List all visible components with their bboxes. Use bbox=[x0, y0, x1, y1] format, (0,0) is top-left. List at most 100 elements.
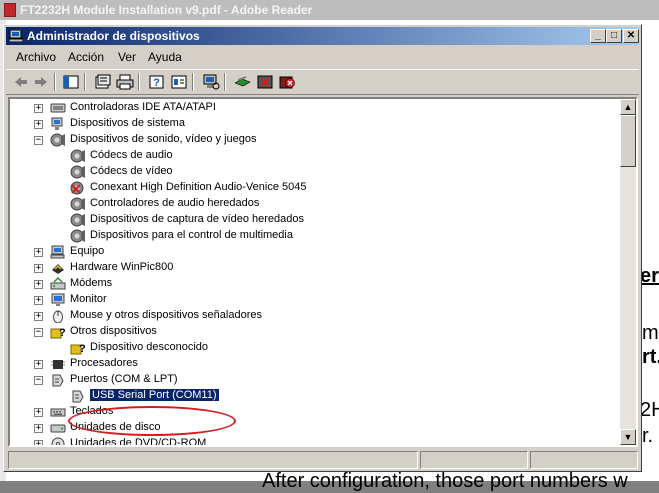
expand-button[interactable]: + bbox=[34, 104, 43, 113]
expand-button[interactable]: + bbox=[34, 408, 43, 417]
window-titlebar[interactable]: Administrador de dispositivos _ □ ✕ bbox=[6, 27, 639, 45]
svg-text:?: ? bbox=[153, 77, 160, 89]
tree-item[interactable]: Dispositivos de captura de vídeo heredad… bbox=[10, 212, 620, 228]
background-text-fragment: r. bbox=[642, 425, 654, 447]
tree-item-label: Puertos (COM & LPT) bbox=[70, 373, 178, 385]
back-arrow-icon[interactable] bbox=[12, 74, 30, 90]
scroll-up-button[interactable]: ▲ bbox=[620, 99, 636, 115]
sound-icon bbox=[70, 165, 85, 179]
expand-button[interactable]: + bbox=[34, 264, 43, 273]
tree-item[interactable]: Controladores de audio heredados bbox=[10, 196, 620, 212]
tree-item[interactable]: + Módems bbox=[10, 276, 620, 292]
expand-button[interactable]: + bbox=[34, 280, 43, 289]
background-titlebar: FT2232H Module Installation v9.pdf - Ado… bbox=[0, 0, 659, 20]
tree-item[interactable]: + Unidades de DVD/CD-ROM bbox=[10, 436, 620, 445]
expand-button[interactable]: + bbox=[34, 248, 43, 257]
status-bar bbox=[8, 451, 638, 469]
tree-item[interactable]: + Controladoras IDE ATA/ATAPI bbox=[10, 100, 620, 116]
vertical-scrollbar[interactable]: ▲ ▼ bbox=[620, 99, 636, 445]
menu-archivo[interactable]: Archivo bbox=[16, 50, 56, 64]
forward-arrow-icon[interactable] bbox=[32, 74, 50, 90]
tree-item[interactable]: + Hardware WinPic800 bbox=[10, 260, 620, 276]
unknown-device-icon: ? bbox=[50, 327, 66, 339]
port-icon bbox=[72, 390, 84, 403]
tree-item[interactable]: + Equipo bbox=[10, 244, 620, 260]
tree-item[interactable]: Códecs de audio bbox=[10, 148, 620, 164]
scan-hardware-icon[interactable] bbox=[202, 74, 220, 90]
tree-item-label: Conexant High Definition Audio-Venice 50… bbox=[90, 181, 307, 193]
menu-ayuda[interactable]: Ayuda bbox=[148, 50, 182, 64]
toolbar-separator bbox=[84, 73, 86, 91]
device-tree[interactable]: + Controladoras IDE ATA/ATAPI + Dispositivo… bbox=[8, 97, 638, 447]
menu-bar: Archivo Acción Ver Ayuda bbox=[6, 47, 639, 67]
tree-item[interactable]: + Monitor bbox=[10, 292, 620, 308]
scroll-down-button[interactable]: ▼ bbox=[620, 429, 636, 445]
tree-item-label: Teclados bbox=[70, 405, 114, 417]
tree-item-label: Códecs de audio bbox=[90, 149, 173, 161]
mouse-icon bbox=[53, 310, 63, 323]
collapse-button[interactable]: − bbox=[34, 328, 43, 337]
collapse-button[interactable]: − bbox=[34, 376, 43, 385]
expand-button[interactable]: + bbox=[34, 120, 43, 129]
tree-item[interactable]: Códecs de vídeo bbox=[10, 164, 620, 180]
selected-device-label: USB Serial Port (COM11) bbox=[90, 389, 219, 401]
expand-button[interactable]: + bbox=[34, 424, 43, 433]
system-device-icon bbox=[51, 117, 63, 130]
disable-device-icon[interactable] bbox=[256, 74, 274, 90]
menu-ver[interactable]: Ver bbox=[118, 50, 136, 64]
sound-icon bbox=[70, 149, 85, 163]
expand-button[interactable]: + bbox=[34, 312, 43, 321]
tree-item[interactable]: − Dispositivos de sonido, vídeo y juegos bbox=[10, 132, 620, 148]
scroll-thumb[interactable] bbox=[620, 115, 636, 167]
keyboard-icon bbox=[50, 408, 66, 417]
toolbar-separator bbox=[224, 73, 226, 91]
background-text-fragment: rt. bbox=[642, 346, 659, 368]
tree-item[interactable]: + Dispositivos de sistema bbox=[10, 116, 620, 132]
svg-text:?: ? bbox=[59, 327, 66, 339]
update-driver-icon[interactable] bbox=[234, 74, 252, 90]
print-icon[interactable] bbox=[116, 74, 134, 90]
device-manager-window: Administrador de dispositivos _ □ ✕ Arch… bbox=[3, 24, 642, 472]
background-text-fragment: 2H bbox=[640, 399, 659, 421]
tree-item-label: Mouse y otros dispositivos señaladores bbox=[70, 309, 262, 321]
tree-item[interactable]: + Unidades de disco bbox=[10, 420, 620, 436]
expand-button[interactable]: + bbox=[34, 296, 43, 305]
tree-item[interactable]: + Teclados bbox=[10, 404, 620, 420]
tree-item-label: Controladoras IDE ATA/ATAPI bbox=[70, 101, 216, 113]
menu-accion[interactable]: Acción bbox=[68, 50, 104, 64]
background-window-title: FT2232H Module Installation v9.pdf - Ado… bbox=[20, 3, 313, 17]
view-icon[interactable] bbox=[170, 74, 188, 90]
collapse-button[interactable]: − bbox=[34, 136, 43, 145]
status-pane bbox=[530, 451, 638, 469]
close-button[interactable]: ✕ bbox=[623, 29, 639, 43]
tree-item[interactable]: −? Otros dispositivos bbox=[10, 324, 620, 340]
expand-button[interactable]: + bbox=[34, 360, 43, 369]
ide-controller-icon bbox=[50, 103, 66, 113]
maximize-button[interactable]: □ bbox=[606, 29, 622, 43]
tree-item[interactable]: Dispositivos para el control de multimed… bbox=[10, 228, 620, 244]
minimize-button[interactable]: _ bbox=[590, 29, 606, 43]
tree-item-label: Otros dispositivos bbox=[70, 325, 157, 337]
tree-item[interactable]: + Procesadores bbox=[10, 356, 620, 372]
tree-item-label: Hardware WinPic800 bbox=[70, 261, 174, 273]
tree-item-label: Dispositivos de sonido, vídeo y juegos bbox=[70, 133, 257, 145]
console-tree-icon[interactable] bbox=[62, 74, 80, 90]
window-title: Administrador de dispositivos bbox=[27, 29, 200, 43]
help-icon[interactable]: ? bbox=[148, 74, 166, 90]
tree-item[interactable]: USB Serial Port (COM11) bbox=[10, 388, 620, 404]
background-text-fragment: er bbox=[640, 265, 659, 287]
tree-item[interactable]: + Mouse y otros dispositivos señaladores bbox=[10, 308, 620, 324]
sound-disabled-icon bbox=[70, 181, 84, 195]
status-pane bbox=[420, 451, 528, 469]
uninstall-device-icon[interactable] bbox=[278, 74, 296, 90]
toolbar: ? bbox=[6, 69, 639, 95]
tree-item-label: Módems bbox=[70, 277, 113, 289]
tree-item-label: Dispositivos de captura de vídeo heredad… bbox=[90, 213, 305, 225]
sound-icon bbox=[70, 229, 85, 243]
tree-item[interactable]: − Puertos (COM & LPT) bbox=[10, 372, 620, 388]
properties-icon[interactable] bbox=[94, 74, 112, 90]
expand-button[interactable]: + bbox=[34, 440, 43, 445]
tree-item-label: Dispositivos para el control de multimed… bbox=[90, 229, 293, 241]
tree-item[interactable]: Conexant High Definition Audio-Venice 50… bbox=[10, 180, 620, 196]
tree-item[interactable]: ? Dispositivo desconocido bbox=[10, 340, 620, 356]
